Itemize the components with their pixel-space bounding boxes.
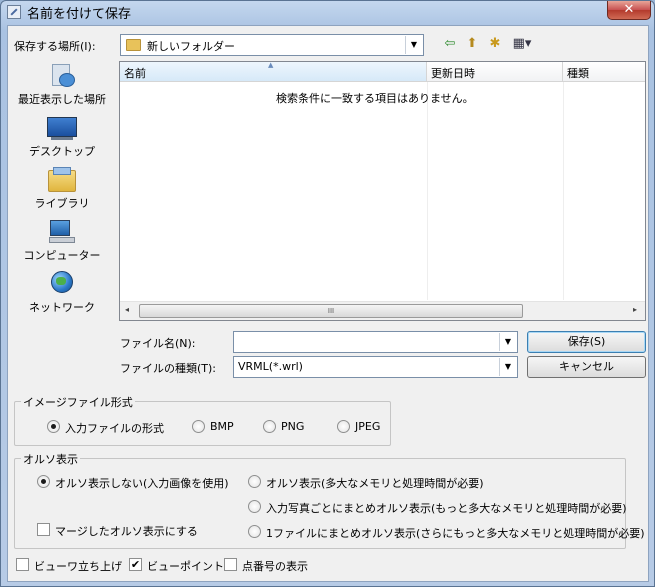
column-header-type[interactable]: 種類	[563, 62, 645, 82]
option-label: 点番号の表示	[242, 560, 308, 573]
radio-button[interactable]	[248, 525, 261, 538]
option-label: JPEG	[355, 420, 381, 433]
scroll-right-icon[interactable]: ▸	[633, 305, 637, 314]
option-label: PNG	[281, 420, 305, 433]
title-bar[interactable]: 名前を付けて保存 ✕	[1, 1, 654, 23]
viewer-launch-checkbox[interactable]: ビューワ立ち上げ	[16, 557, 126, 573]
checkbox[interactable]	[224, 558, 237, 571]
save-as-dialog: 名前を付けて保存 ✕ 保存する場所(I): 新しいフォルダー ▼ ⇦ ⬆ ✱ ▦…	[0, 0, 655, 587]
file-list[interactable]: 名前 ▲ 更新日時 種類 検索条件に一致する項目はありません。 ◂ III ▸	[119, 61, 646, 321]
column-label: 名前	[124, 67, 146, 80]
place-network[interactable]: ネットワーク	[10, 271, 114, 315]
checkbox[interactable]	[16, 558, 29, 571]
radio-button[interactable]	[37, 475, 50, 488]
filetype-select[interactable]: VRML(*.wrl) ▼	[233, 356, 518, 378]
scroll-thumb[interactable]: III	[139, 304, 523, 318]
radio-button[interactable]	[192, 420, 205, 433]
location-value: 新しいフォルダー	[147, 40, 235, 53]
radio-button[interactable]	[248, 500, 261, 513]
column-label: 更新日時	[431, 67, 475, 80]
radio-button[interactable]	[248, 475, 261, 488]
view-menu-icon[interactable]: ▦▾	[508, 35, 536, 53]
filename-label: ファイル名(N):	[120, 337, 196, 350]
radio-ortho-single-file[interactable]: 1ファイルにまとめオルソ表示(さらにもっと多大なメモリと処理時間が必要)	[248, 524, 645, 540]
radio-ortho-per-photo[interactable]: 入力写真ごとにまとめオルソ表示(もっと多大なメモリと処理時間が必要)	[248, 499, 627, 515]
place-label: ライブラリ	[34, 197, 90, 210]
option-label: BMP	[210, 420, 234, 433]
filetype-label: ファイルの種類(T):	[120, 362, 217, 375]
option-label: オルソ表示しない(入力画像を使用)	[55, 477, 229, 490]
option-label: 1ファイルにまとめオルソ表示(さらにもっと多大なメモリと処理時間が必要)	[266, 527, 645, 540]
radio-button[interactable]	[47, 420, 60, 433]
checkbox[interactable]	[37, 523, 50, 536]
radio-png[interactable]: PNG	[263, 419, 323, 435]
save-button[interactable]: 保存(S)	[527, 331, 646, 353]
option-label: マージしたオルソ表示にする	[55, 525, 198, 538]
radio-input-format[interactable]: 入力ファイルの形式	[47, 419, 177, 435]
radio-ortho-on[interactable]: オルソ表示(多大なメモリと処理時間が必要)	[248, 474, 498, 490]
group-title: イメージファイル形式	[21, 394, 135, 410]
option-label: 入力写真ごとにまとめオルソ表示(もっと多大なメモリと処理時間が必要)	[266, 502, 627, 515]
scroll-left-icon[interactable]: ◂	[125, 305, 129, 314]
app-icon	[7, 5, 21, 19]
folder-icon	[126, 39, 141, 51]
cancel-button[interactable]: キャンセル	[527, 356, 646, 378]
radio-jpeg[interactable]: JPEG	[337, 419, 397, 435]
option-label: オルソ表示(多大なメモリと処理時間が必要)	[266, 477, 484, 490]
chevron-down-icon[interactable]: ▼	[499, 333, 516, 351]
horizontal-scrollbar[interactable]: ◂ III ▸	[120, 301, 645, 320]
radio-button[interactable]	[337, 420, 350, 433]
merged-ortho-checkbox[interactable]: マージしたオルソ表示にする	[37, 522, 207, 538]
place-label: ネットワーク	[29, 301, 95, 314]
close-button[interactable]: ✕	[607, 1, 651, 20]
window-title: 名前を付けて保存	[27, 7, 132, 22]
location-label: 保存する場所(I):	[14, 40, 96, 53]
option-label: 入力ファイルの形式	[65, 422, 164, 435]
location-combo[interactable]: 新しいフォルダー ▼	[120, 34, 424, 56]
ortho-display-group: オルソ表示 オルソ表示しない(入力画像を使用) オルソ表示(多大なメモリと処理時…	[14, 451, 645, 549]
checkbox[interactable]: ✔	[129, 558, 142, 571]
places-bar: 最近表示した場所 デスクトップ ライブラリ コンピューター ネットワーク	[10, 61, 114, 321]
dialog-client: 保存する場所(I): 新しいフォルダー ▼ ⇦ ⬆ ✱ ▦▾ 最近表示した場所	[7, 25, 649, 582]
computer-icon	[47, 219, 77, 245]
place-label: コンピューター	[23, 249, 101, 262]
filename-combo[interactable]: ▼	[233, 331, 518, 353]
image-format-group: イメージファイル形式 入力ファイルの形式 BMP PNG JPEG	[14, 394, 391, 446]
filetype-value: VRML(*.wrl)	[238, 360, 303, 373]
radio-bmp[interactable]: BMP	[192, 419, 252, 435]
desktop-icon	[47, 115, 77, 141]
network-icon	[47, 271, 77, 297]
group-title: オルソ表示	[21, 451, 80, 467]
back-icon[interactable]: ⇦	[440, 35, 460, 53]
place-desktop[interactable]: デスクトップ	[10, 115, 114, 159]
empty-message: 検索条件に一致する項目はありません。	[276, 92, 474, 105]
column-divider	[427, 82, 428, 300]
chevron-down-icon[interactable]: ▼	[405, 36, 422, 54]
column-divider	[563, 82, 564, 300]
point-number-checkbox[interactable]: 点番号の表示	[224, 557, 324, 573]
libraries-icon	[47, 167, 77, 193]
option-label: ビューワ立ち上げ	[34, 560, 122, 573]
radio-ortho-off[interactable]: オルソ表示しない(入力画像を使用)	[37, 474, 247, 490]
radio-button[interactable]	[263, 420, 276, 433]
sort-ascending-icon: ▲	[268, 61, 274, 69]
chevron-down-icon[interactable]: ▼	[499, 358, 516, 376]
place-label: デスクトップ	[29, 145, 95, 158]
column-header-name[interactable]: 名前 ▲	[120, 61, 427, 82]
column-label: 種類	[567, 67, 589, 80]
viewpoint-checkbox[interactable]: ✔ ビューポイント	[129, 557, 229, 573]
place-libraries[interactable]: ライブラリ	[10, 167, 114, 211]
new-folder-icon[interactable]: ✱	[485, 35, 505, 53]
up-folder-icon[interactable]: ⬆	[462, 35, 482, 53]
recent-places-icon	[47, 63, 77, 89]
place-computer[interactable]: コンピューター	[10, 219, 114, 263]
column-header-modified[interactable]: 更新日時	[427, 62, 563, 82]
place-label: 最近表示した場所	[18, 93, 106, 106]
place-recent[interactable]: 最近表示した場所	[10, 63, 114, 107]
option-label: ビューポイント	[147, 560, 224, 573]
